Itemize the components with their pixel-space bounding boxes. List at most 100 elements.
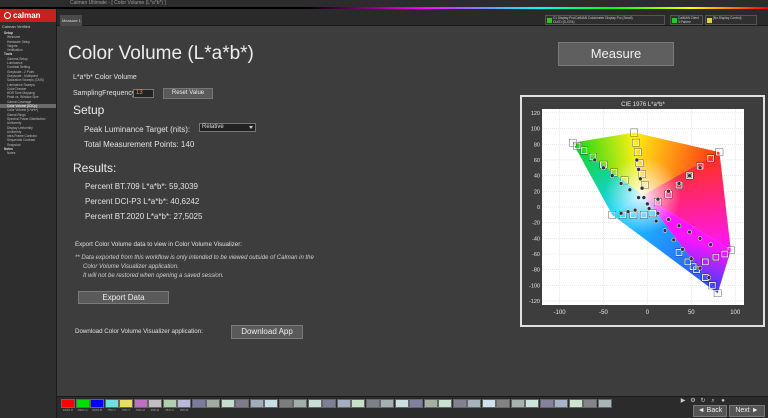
back-button[interactable]: ◄ Back bbox=[693, 405, 727, 417]
swatch[interactable] bbox=[75, 399, 90, 408]
swatch[interactable] bbox=[467, 399, 481, 408]
export-note-2: Color Volume Visualizer application. bbox=[83, 264, 179, 270]
chevron-down-icon bbox=[249, 126, 253, 129]
swatch[interactable] bbox=[351, 399, 365, 408]
circle-marker bbox=[636, 195, 641, 200]
circle-marker bbox=[671, 237, 676, 243]
workflow-page: Color Volume (L*a*b*) Measure L*a*b* Col… bbox=[57, 26, 768, 396]
device-3[interactable]: [No Display Control] bbox=[705, 15, 757, 25]
circle-marker bbox=[697, 265, 703, 271]
circle-marker bbox=[610, 173, 615, 178]
swatch-label: 25% G bbox=[165, 409, 174, 412]
peak-luminance-label: Peak Luminance Target (nits): bbox=[84, 125, 191, 134]
sidebar-item[interactable]: Notes bbox=[0, 151, 56, 155]
device-2[interactable]: CalMAN Client 3 Pattern Generator bbox=[670, 15, 703, 25]
swatch[interactable] bbox=[380, 399, 394, 408]
swatch[interactable] bbox=[394, 399, 409, 408]
workflow-nav: Setup Welcome Hardware Setup Targets Verific… bbox=[0, 31, 56, 156]
zoom-icon[interactable]: ⌕ bbox=[709, 398, 717, 405]
swatch[interactable] bbox=[481, 399, 496, 408]
swatch[interactable] bbox=[336, 399, 351, 408]
result-bt709: Percent BT.709 L*a*b*: 59,3039 bbox=[85, 182, 198, 191]
y-tick-label: 40 bbox=[534, 174, 540, 180]
status-indicator-icon bbox=[707, 18, 712, 23]
circle-marker bbox=[592, 157, 597, 163]
circle-marker bbox=[627, 187, 633, 193]
circle-marker bbox=[697, 236, 703, 241]
settings-icon[interactable]: ⚙ bbox=[689, 398, 697, 405]
swatch[interactable] bbox=[525, 399, 539, 408]
circle-marker bbox=[646, 206, 652, 211]
swatch[interactable] bbox=[496, 399, 510, 408]
play-icon[interactable]: ▶ bbox=[679, 398, 687, 405]
reset-value-button[interactable]: Reset Value bbox=[163, 88, 213, 99]
y-tick-label: 60 bbox=[534, 158, 540, 164]
sampling-frequency-label: SamplingFrequency bbox=[73, 90, 136, 97]
swatch[interactable] bbox=[90, 399, 104, 408]
swatch[interactable] bbox=[554, 399, 568, 408]
circle-marker bbox=[636, 167, 641, 172]
download-app-button[interactable]: Download App bbox=[231, 325, 303, 339]
y-tick-label: 120 bbox=[531, 111, 540, 117]
circle-marker bbox=[666, 217, 671, 222]
peak-luminance-select[interactable]: Relative bbox=[199, 123, 256, 132]
swatch[interactable] bbox=[539, 399, 554, 408]
circle-marker bbox=[708, 242, 713, 247]
next-button[interactable]: Next ► bbox=[729, 405, 765, 417]
measure-button[interactable]: Measure bbox=[558, 42, 674, 66]
x-tick-label: 50 bbox=[688, 310, 695, 316]
swatch[interactable] bbox=[206, 399, 220, 408]
swatch[interactable] bbox=[510, 399, 525, 408]
page-title: Color Volume (L*a*b*) bbox=[68, 43, 254, 64]
swatch[interactable] bbox=[235, 399, 249, 408]
swatch[interactable] bbox=[307, 399, 322, 408]
y-tick-label: -80 bbox=[532, 268, 540, 274]
swatch[interactable] bbox=[177, 399, 191, 408]
back-arrow-icon: ◄ bbox=[697, 407, 707, 414]
swatch-label: 100% R bbox=[63, 409, 73, 412]
swatch[interactable] bbox=[220, 399, 235, 408]
status-indicator-icon bbox=[547, 18, 552, 23]
swatch[interactable] bbox=[438, 399, 452, 408]
calman-logo: calman bbox=[0, 9, 56, 22]
swatch[interactable] bbox=[322, 399, 336, 408]
circle-marker bbox=[639, 185, 645, 191]
y-tick-label: 0 bbox=[537, 205, 540, 211]
swatch[interactable] bbox=[264, 399, 278, 408]
swatch[interactable] bbox=[119, 399, 133, 408]
tab-measure[interactable]: Measure 1 bbox=[60, 15, 82, 26]
swatch[interactable] bbox=[583, 399, 597, 408]
swatch[interactable] bbox=[191, 399, 206, 408]
swatch[interactable] bbox=[162, 399, 177, 408]
swatch[interactable] bbox=[61, 399, 75, 408]
swatch[interactable] bbox=[278, 399, 293, 408]
swatch[interactable] bbox=[452, 399, 467, 408]
export-data-button[interactable]: Export Data bbox=[78, 291, 169, 304]
device-1[interactable]: C1 Display Pro/CalMAN Colorimeter Displa… bbox=[545, 15, 665, 25]
circle-marker bbox=[676, 223, 682, 229]
record-icon[interactable]: ● bbox=[719, 398, 727, 405]
circle-marker bbox=[601, 165, 606, 171]
swatch-label: 100% G bbox=[77, 409, 88, 412]
swatch[interactable] bbox=[597, 399, 612, 408]
swatch[interactable] bbox=[133, 399, 148, 408]
swatch[interactable] bbox=[148, 399, 162, 408]
swatch[interactable] bbox=[293, 399, 307, 408]
window-title-bar: Calman Ultimate - [ Color Volume (L*a*b*… bbox=[0, 0, 768, 7]
y-tick-label: -120 bbox=[529, 299, 540, 305]
swatch[interactable] bbox=[409, 399, 423, 408]
export-note-1: ** Data exported from this workflow is o… bbox=[75, 255, 314, 261]
sidebar-title: Calman Verified bbox=[2, 24, 31, 29]
sampling-frequency-input[interactable]: 13 bbox=[133, 89, 154, 98]
result-dcip3: Percent DCI-P3 L*a*b*: 40,6242 bbox=[85, 197, 200, 206]
swatch[interactable] bbox=[365, 399, 380, 408]
swatch[interactable] bbox=[249, 399, 264, 408]
refresh-icon[interactable]: ↻ bbox=[699, 398, 707, 405]
results-heading: Results: bbox=[73, 161, 117, 175]
circle-marker bbox=[697, 165, 703, 171]
circle-marker bbox=[687, 229, 692, 235]
swatch[interactable] bbox=[104, 399, 119, 408]
circle-marker bbox=[662, 228, 668, 233]
swatch[interactable] bbox=[423, 399, 438, 408]
swatch[interactable] bbox=[568, 399, 583, 408]
